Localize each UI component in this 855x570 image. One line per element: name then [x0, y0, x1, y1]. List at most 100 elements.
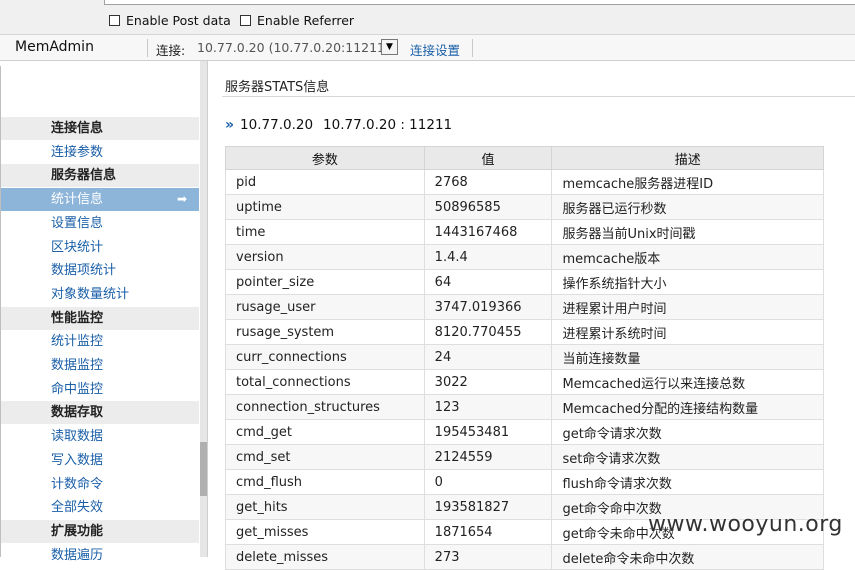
content-divider — [207, 61, 208, 557]
cell-param: uptime — [225, 194, 425, 220]
cell-value: 2768 — [423, 169, 553, 195]
cell-value: 0 — [423, 469, 553, 495]
table-row: uptime 50896585 服务器已运行秒数 — [225, 194, 824, 220]
sidebar-item-label: 统计信息 — [51, 192, 104, 207]
sidebar-item: 数据存取 — [1, 401, 199, 424]
header-divider — [472, 39, 473, 57]
sidebar-item[interactable]: 数据监控 — [1, 354, 199, 377]
cell-param: curr_connections — [225, 344, 425, 370]
table-row: rusage_user 3747.019366 进程累计用户时间 — [225, 294, 824, 320]
sidebar-item[interactable]: 数据项统计 — [1, 259, 199, 282]
cell-param: time — [225, 219, 425, 245]
cell-value: 2124559 — [423, 444, 553, 470]
connection-label: 连接: — [156, 43, 186, 58]
sidebar-item-label: 性能监控 — [51, 311, 104, 326]
arrow-right-icon: ➡ — [176, 192, 187, 206]
chevron-down-icon[interactable]: ▼ — [381, 39, 398, 55]
app-header: MemAdmin 连接: 10.77.0.20 (10.77.0.20:1121… — [0, 34, 855, 61]
sidebar-item-label: 数据存取 — [51, 405, 104, 420]
cell-desc: memcache版本 — [551, 244, 824, 270]
cell-value: 64 — [423, 269, 553, 295]
cell-value: 3022 — [423, 369, 553, 395]
sidebar-item-label: 统计监控 — [51, 334, 104, 349]
column-header-desc: 描述 — [551, 146, 824, 170]
table-row: pointer_size 64 操作系统指针大小 — [225, 269, 824, 295]
cell-desc: delete命令未命中次数 — [551, 544, 824, 570]
sidebar-item-label: 设置信息 — [51, 216, 104, 231]
sidebar-item-label: 扩展功能 — [51, 524, 104, 539]
sidebar-item[interactable]: 写入数据 — [1, 449, 199, 472]
checkbox-box[interactable] — [109, 15, 120, 26]
url-frame — [104, 0, 855, 5]
sidebar-item[interactable]: 统计信息 ➡ — [1, 188, 199, 211]
server-address: 10.77.0.20 : 11211 — [323, 117, 453, 133]
cell-desc: 操作系统指针大小 — [551, 269, 824, 295]
table-row: rusage_system 8120.770455 进程累计系统时间 — [225, 319, 824, 345]
title-underline — [222, 96, 855, 97]
sidebar-item[interactable]: 读取数据 — [1, 425, 199, 448]
sidebar-item: 连接信息 — [1, 117, 199, 140]
sidebar-item-label: 区块统计 — [51, 240, 104, 255]
cell-value: 195453481 — [423, 419, 553, 445]
double-chevron-right-icon: » — [225, 117, 235, 133]
sidebar-item[interactable]: 全部失效 — [1, 496, 199, 519]
sidebar-item[interactable]: 区块统计 — [1, 236, 199, 259]
sidebar-item-label: 数据遍历 — [51, 548, 104, 563]
table-header-row: 参数 值 描述 — [225, 146, 824, 170]
cell-value: 1871654 — [423, 519, 553, 545]
cell-param: pid — [225, 169, 425, 195]
table-row: version 1.4.4 memcache版本 — [225, 244, 824, 270]
sidebar-item-label: 读取数据 — [51, 429, 104, 444]
table-row: time 1443167468 服务器当前Unix时间戳 — [225, 219, 824, 245]
cell-desc: 进程累计用户时间 — [551, 294, 824, 320]
sidebar-item-label: 连接信息 — [51, 121, 104, 136]
cell-desc: 服务器当前Unix时间戳 — [551, 219, 824, 245]
cell-desc: 进程累计系统时间 — [551, 319, 824, 345]
cell-param: version — [225, 244, 425, 270]
table-row: connection_structures 123 Memcached分配的连接结构… — [225, 394, 824, 420]
sidebar-item[interactable]: 数据遍历 — [1, 544, 199, 567]
cell-param: connection_structures — [225, 394, 425, 420]
column-header-value: 值 — [423, 146, 553, 170]
sidebar-item-label: 数据监控 — [51, 358, 104, 373]
sidebar-item[interactable]: 设置信息 — [1, 212, 199, 235]
table-row: curr_connections 24 当前连接数量 — [225, 344, 824, 370]
cell-desc: Memcached运行以来连接总数 — [551, 369, 824, 395]
checkbox-box[interactable] — [240, 15, 251, 26]
sidebar-item-label: 服务器信息 — [51, 168, 117, 183]
sidebar-item-label: 计数命令 — [51, 477, 104, 492]
sidebar-item[interactable]: 计数命令 — [1, 473, 199, 496]
cell-value: 3747.019366 — [423, 294, 553, 320]
table-row: delete_misses 273 delete命令未命中次数 — [225, 544, 824, 570]
connection-select-value[interactable]: 10.77.0.20 (10.77.0.20:11211) — [197, 40, 390, 55]
scrollbar-thumb[interactable] — [200, 442, 207, 496]
connection-settings-link[interactable]: 连接设置 — [410, 40, 460, 59]
cell-param: rusage_user — [225, 294, 425, 320]
table-row: cmd_set 2124559 set命令请求次数 — [225, 444, 824, 470]
sidebar-item[interactable]: 对象数量统计 — [1, 283, 199, 306]
enable-referrer-checkbox[interactable]: Enable Referrer — [240, 13, 354, 28]
enable-post-label: Enable Post data — [126, 13, 231, 28]
cell-desc: memcache服务器进程ID — [551, 169, 824, 195]
sidebar-item[interactable]: 命中监控 — [1, 378, 199, 401]
table-row: total_connections 3022 Memcached运行以来连接总数 — [225, 369, 824, 395]
sidebar-item-label: 连接参数 — [51, 145, 104, 160]
cell-value: 50896585 — [423, 194, 553, 220]
sidebar-item: 性能监控 — [1, 307, 199, 330]
cell-param: get_hits — [225, 494, 425, 520]
server-info: » 10.77.0.20 10.77.0.20 : 11211 — [225, 117, 452, 133]
browser-toolbar: Enable Post data Enable Referrer — [0, 0, 855, 34]
sidebar-item[interactable]: 连接参数 — [1, 141, 199, 164]
cell-param: cmd_get — [225, 419, 425, 445]
brand-title: MemAdmin — [15, 39, 94, 55]
cell-param: total_connections — [225, 369, 425, 395]
enable-post-checkbox[interactable]: Enable Post data — [109, 13, 231, 28]
server-ip: 10.77.0.20 — [240, 117, 314, 133]
table-row: pid 2768 memcache服务器进程ID — [225, 169, 824, 195]
table-row: cmd_flush 0 flush命令请求次数 — [225, 469, 824, 495]
sidebar-item[interactable]: 统计监控 — [1, 330, 199, 353]
sidebar-item-label: 数据项统计 — [51, 263, 117, 278]
sidebar-item-label: 对象数量统计 — [51, 287, 130, 302]
sidebar-item-label: 写入数据 — [51, 453, 104, 468]
sidebar-item-label: 命中监控 — [51, 382, 104, 397]
